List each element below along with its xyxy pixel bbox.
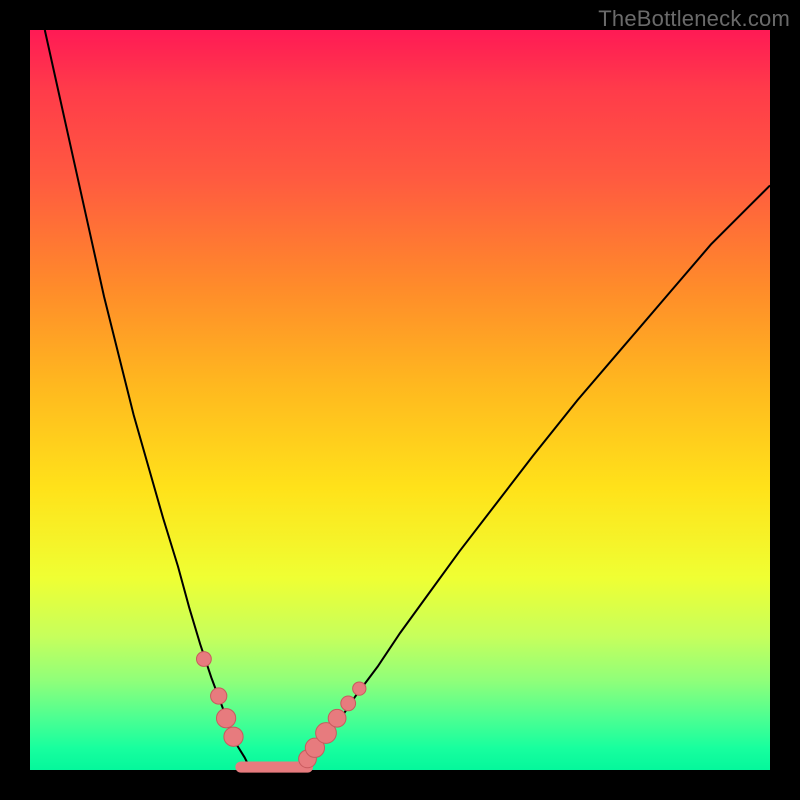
plot-area bbox=[30, 30, 770, 770]
curve-marker bbox=[341, 696, 356, 711]
left-curve bbox=[45, 30, 252, 770]
curve-marker bbox=[216, 709, 235, 728]
curve-marker bbox=[328, 709, 346, 727]
chart-frame: TheBottleneck.com bbox=[0, 0, 800, 800]
curve-markers bbox=[197, 652, 366, 768]
watermark-text: TheBottleneck.com bbox=[598, 6, 790, 32]
right-curve bbox=[296, 185, 770, 770]
curve-marker bbox=[197, 652, 212, 667]
curve-marker bbox=[211, 688, 227, 704]
curves-svg bbox=[30, 30, 770, 770]
curve-marker bbox=[353, 682, 366, 695]
curve-marker bbox=[224, 727, 243, 746]
